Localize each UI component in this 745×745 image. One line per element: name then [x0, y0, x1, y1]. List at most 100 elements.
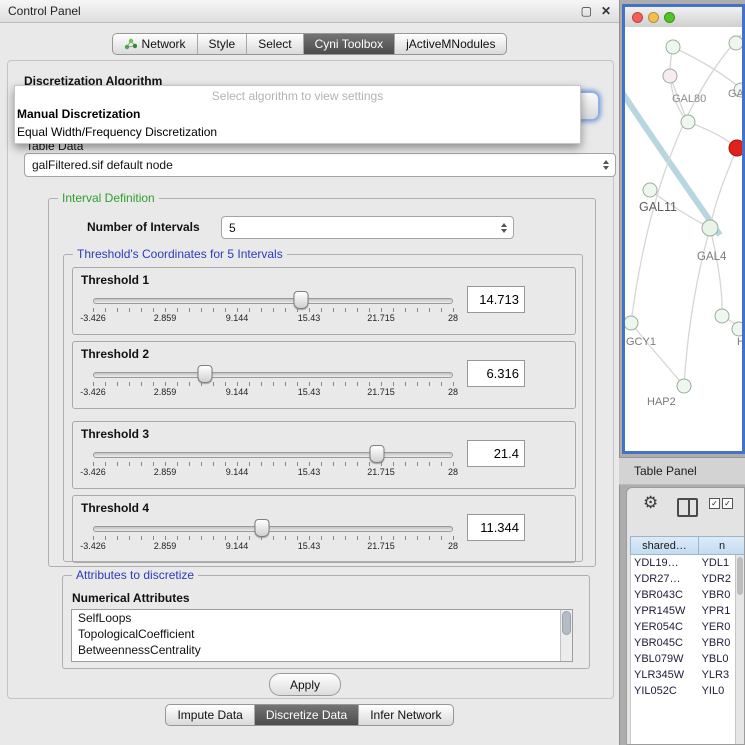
tick-label: 28: [448, 541, 458, 551]
tick-label: 28: [448, 313, 458, 323]
table-cell[interactable]: YDL19…: [631, 557, 698, 569]
table-row[interactable]: YBR043CYBR0: [631, 587, 744, 603]
slider-track[interactable]: [93, 372, 453, 378]
threshold-2-label: Threshold 2: [81, 347, 149, 361]
table-cell[interactable]: YLR345W: [631, 669, 698, 681]
num-intervals-label: Number of Intervals: [87, 220, 200, 234]
tab-cyni-toolbox[interactable]: Cyni Toolbox: [304, 34, 395, 54]
gear-icon[interactable]: ⚙: [643, 493, 658, 513]
slider-scale-labels: -3.426 2.859 9.144 15.43 21.715 28: [93, 467, 453, 478]
table-data-select-value: galFiltered.sif default node: [32, 158, 173, 172]
tab-jactivemodules-label: jActiveMNodules: [406, 37, 495, 51]
popup-option-equal-width[interactable]: Equal Width/Frequency Discretization: [15, 123, 580, 141]
close-button[interactable]: [632, 12, 643, 23]
table-row[interactable]: YER054CYER0: [631, 619, 744, 635]
table-row[interactable]: YBR045CYBR0: [631, 635, 744, 651]
table-data-select[interactable]: galFiltered.sif default node: [24, 153, 616, 177]
tick-label: 15.43: [298, 467, 321, 477]
threshold-3-value-input[interactable]: [467, 440, 525, 467]
tab-infer-network[interactable]: Infer Network: [359, 705, 452, 725]
threshold-2-slider[interactable]: [93, 372, 453, 378]
tab-style[interactable]: Style: [198, 34, 248, 54]
tab-select[interactable]: Select: [247, 34, 303, 54]
slider-track[interactable]: [93, 452, 453, 458]
threshold-4-value-input[interactable]: [467, 514, 525, 541]
close-icon[interactable]: ✕: [601, 4, 611, 18]
cyni-toolbox-panel: Discretization Algorithm Select algorith…: [7, 60, 614, 699]
table-cell[interactable]: YBR045C: [631, 637, 698, 649]
num-intervals-value: 5: [229, 221, 236, 235]
scrollbar[interactable]: [735, 555, 744, 744]
minimize-button[interactable]: [648, 12, 659, 23]
table-row[interactable]: YLR345WYLR3: [631, 667, 744, 683]
table-panel-header: Table Panel: [619, 457, 745, 485]
threshold-2-value-input[interactable]: [467, 360, 525, 387]
threshold-4-box: Threshold 4 -3.426 2.859 9.144 15.43 21.…: [72, 495, 576, 563]
popup-option-manual-discretization[interactable]: Manual Discretization: [15, 105, 580, 123]
numerical-attributes-list[interactable]: SelfLoops TopologicalCoefficient Between…: [71, 609, 573, 662]
tab-impute-data[interactable]: Impute Data: [166, 705, 254, 725]
slider-handle[interactable]: [293, 291, 308, 309]
table-cell[interactable]: YER054C: [631, 621, 698, 633]
slider-handle[interactable]: [370, 445, 385, 463]
threshold-1-slider[interactable]: [93, 298, 453, 304]
table-cell[interactable]: YDR27…: [631, 573, 698, 585]
network-icon: [124, 38, 137, 50]
column-header-shared-name[interactable]: shared…: [630, 536, 699, 555]
threshold-4-slider[interactable]: [93, 526, 453, 532]
tab-discretize-data[interactable]: Discretize Data: [255, 705, 359, 725]
attributes-group-title: Attributes to discretize: [72, 568, 198, 582]
slider-handle[interactable]: [197, 365, 212, 383]
scrollbar[interactable]: [560, 610, 572, 661]
table-body: YDL19…YDL1 YDR27…YDR2 YBR043CYBR0 YPR145…: [630, 555, 744, 744]
slider-tick-marks: [93, 536, 454, 540]
table-row[interactable]: YDL19…YDL1: [631, 555, 744, 571]
threshold-3-box: Threshold 3 -3.426 2.859 9.144 15.43 21.…: [72, 421, 576, 489]
slider-track[interactable]: [93, 298, 453, 304]
numerical-attributes-label: Numerical Attributes: [72, 591, 190, 605]
columns-icon[interactable]: [677, 498, 698, 517]
tick-label: 21.715: [367, 313, 395, 323]
slider-handle[interactable]: [255, 519, 270, 537]
tick-label: 15.43: [298, 313, 321, 323]
float-icon[interactable]: ▢: [581, 4, 592, 18]
tick-label: -3.426: [80, 313, 106, 323]
table-row[interactable]: YDR27…YDR2: [631, 571, 744, 587]
selected-node[interactable]: [729, 140, 742, 156]
table-row[interactable]: YPR145WYPR1: [631, 603, 744, 619]
table-panel-window: ⚙ ✓ ✓ shared… n YDL19…YDL1 YDR27…YDR2 YB…: [626, 487, 745, 745]
network-canvas[interactable]: GAL80 GAL1 GAL11 GAL4 GCY1 H HAP2: [625, 27, 742, 451]
apply-button[interactable]: Apply: [269, 673, 341, 696]
slider-tick-marks: [93, 308, 454, 312]
scrollbar-thumb[interactable]: [737, 557, 743, 595]
threshold-3-slider[interactable]: [93, 452, 453, 458]
table-row[interactable]: YBL079WYBL0: [631, 651, 744, 667]
tick-label: 9.144: [226, 387, 249, 397]
select-columns-icon[interactable]: ✓ ✓: [709, 498, 733, 509]
tick-label: -3.426: [80, 387, 106, 397]
slider-scale-labels: -3.426 2.859 9.144 15.43 21.715 28: [93, 313, 453, 324]
slider-track[interactable]: [93, 526, 453, 532]
column-header-name[interactable]: n: [699, 536, 745, 555]
zoom-button[interactable]: [664, 12, 675, 23]
popup-hint: Select algorithm to view settings: [15, 86, 580, 105]
table-cell[interactable]: YBL079W: [631, 653, 698, 665]
list-item[interactable]: TopologicalCoefficient: [72, 626, 572, 642]
table-cell[interactable]: YPR145W: [631, 605, 698, 617]
tab-network[interactable]: Network: [113, 34, 198, 54]
threshold-1-value-input[interactable]: [467, 286, 525, 313]
tick-label: 21.715: [367, 467, 395, 477]
tab-jactivemodules[interactable]: jActiveMNodules: [395, 34, 506, 54]
bottom-tab-bar: Impute Data Discretize Data Infer Networ…: [0, 704, 619, 726]
table-panel-title: Table Panel: [634, 464, 697, 478]
list-item[interactable]: SelfLoops: [72, 610, 572, 626]
table-cell[interactable]: YIL052C: [631, 685, 698, 697]
top-tab-bar: Network Style Select Cyni Toolbox jActiv…: [0, 33, 619, 55]
scrollbar-thumb[interactable]: [562, 611, 571, 635]
table-cell[interactable]: YBR043C: [631, 589, 698, 601]
table-row[interactable]: YIL052CYIL0: [631, 683, 744, 699]
num-intervals-select[interactable]: 5: [221, 216, 514, 239]
threshold-3-label: Threshold 3: [81, 427, 149, 441]
list-item[interactable]: BetweennessCentrality: [72, 642, 572, 658]
tick-label: 2.859: [154, 541, 177, 551]
